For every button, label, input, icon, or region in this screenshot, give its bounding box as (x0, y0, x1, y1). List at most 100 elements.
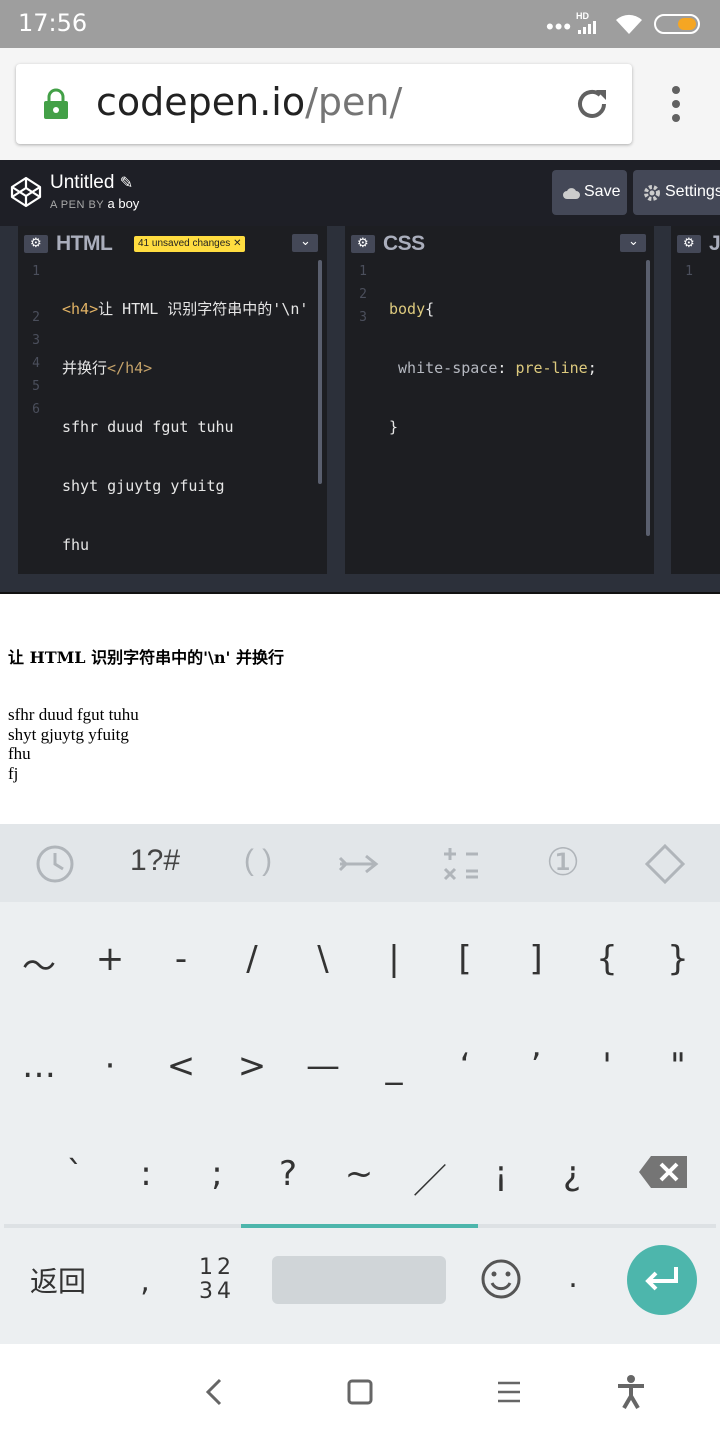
css-pane-header: ⚙ CSS ⌄ (345, 226, 654, 260)
address-bar[interactable]: codepen.io/pen/ (16, 64, 632, 144)
key[interactable]: { (572, 939, 642, 979)
css-settings-gear-icon[interactable]: ⚙ (351, 235, 375, 253)
key[interactable]: _ (359, 1046, 429, 1086)
key[interactable]: ? (253, 1154, 323, 1194)
key[interactable]: · (75, 1046, 145, 1086)
settings-button[interactable]: Settings (633, 170, 720, 215)
author-link[interactable]: a boy (108, 196, 140, 211)
space-key[interactable] (272, 1256, 446, 1304)
parens-category-tab[interactable]: ( ) (228, 844, 288, 888)
key[interactable]: } (643, 939, 713, 979)
line-number: 2 (359, 287, 367, 302)
system-navigation-bar (0, 1344, 720, 1440)
key[interactable]: ¡ (466, 1154, 536, 1194)
code-line: sfhr duud fgut tuhu (62, 418, 234, 436)
status-bar: 17:56 ••• HD (0, 0, 720, 48)
key[interactable]: : (111, 1154, 181, 1194)
key[interactable]: < (146, 1046, 216, 1086)
pen-title[interactable]: Untitled ✎ (50, 172, 133, 194)
edit-pencil-icon[interactable]: ✎ (120, 175, 133, 192)
css-property: white-space (398, 359, 498, 377)
circled-numbers-tab[interactable]: ① (533, 840, 593, 884)
code-line: shyt gjuytg yfuitg (62, 477, 225, 495)
css-editor-pane: ⚙ CSS ⌄ 1 2 3 body{ white-space: pre-lin… (345, 226, 654, 574)
key[interactable]: [ (430, 939, 500, 979)
key[interactable]: - (146, 939, 216, 979)
html-pane-dropdown-chevron-icon[interactable]: ⌄ (292, 233, 318, 252)
css-line-numbers: 1 2 3 (345, 260, 373, 329)
period-key[interactable]: . (538, 1260, 608, 1295)
overflow-menu-icon[interactable] (668, 86, 684, 122)
line-number: 1 (685, 264, 693, 279)
status-time: 17:56 (18, 9, 88, 37)
url-text[interactable]: codepen.io/pen/ (96, 80, 402, 124)
key[interactable]: > (217, 1046, 287, 1086)
enter-key[interactable] (627, 1245, 697, 1315)
arrow-icon[interactable] (338, 850, 380, 878)
diamond-icon[interactable] (645, 844, 685, 884)
back-key[interactable]: 返回 (16, 1260, 100, 1300)
back-icon[interactable] (202, 1376, 226, 1408)
save-button[interactable]: Save (552, 170, 627, 215)
css-code[interactable]: body{ white-space: pre-line; } (389, 262, 597, 475)
code-line: body{ (389, 298, 597, 321)
h4-text: 让 HTML 识别字符串中的'\n' (98, 300, 309, 318)
key[interactable]: ‘ (430, 1046, 500, 1086)
key[interactable]: | (359, 939, 429, 979)
page-indicator-active (241, 1224, 478, 1228)
math-icon[interactable] (440, 844, 482, 884)
key[interactable]: ; (182, 1154, 252, 1194)
backspace-icon[interactable] (637, 1154, 689, 1190)
comma-key[interactable]: , (110, 1264, 180, 1299)
recents-menu-icon[interactable] (496, 1380, 522, 1404)
emoji-icon[interactable] (480, 1258, 522, 1300)
url-host: codepen.io (96, 80, 306, 124)
badge-close-icon[interactable]: ✕ (233, 238, 241, 249)
css-scrollbar[interactable] (646, 260, 650, 536)
numbers-key-bottom: 34 (199, 1279, 235, 1304)
key[interactable]: ' (572, 1046, 642, 1086)
enter-icon (645, 1267, 678, 1291)
key[interactable]: ] (501, 939, 571, 979)
recent-icon[interactable] (35, 844, 75, 884)
key[interactable]: 〜 (4, 939, 74, 988)
code-line: <h4>让 HTML 识别字符串中的'\n' (62, 298, 308, 321)
codepen-header: Untitled ✎ A PEN BY a boy Save Settings (0, 160, 720, 226)
browser-toolbar: codepen.io/pen/ (0, 48, 720, 160)
key[interactable]: — (288, 1046, 358, 1086)
key[interactable]: ` (40, 1154, 110, 1194)
key[interactable]: ’ (501, 1046, 571, 1086)
codepen-logo-icon[interactable] (10, 176, 42, 208)
key[interactable]: ／ (395, 1154, 465, 1203)
js-pane-header: ⚙ JS (671, 226, 720, 260)
html-line-numbers: 1 2 3 4 5 6 (18, 260, 46, 421)
js-settings-gear-icon[interactable]: ⚙ (677, 235, 701, 253)
byline-prefix: A PEN BY (50, 199, 104, 211)
key[interactable]: \ (288, 939, 358, 979)
key[interactable]: ¿ (537, 1154, 607, 1194)
line-number: 3 (359, 310, 367, 325)
html-pane-title: HTML (56, 232, 113, 255)
result-preview: 让 HTML 识别字符串中的'\n' 并换行 sfhr duud fgut tu… (0, 592, 720, 824)
reload-icon[interactable] (572, 84, 612, 124)
key[interactable]: / (217, 939, 287, 979)
preview-heading: 让 HTML 识别字符串中的'\n' 并换行 (8, 648, 284, 667)
symbols-category-tab[interactable]: 1?# (125, 844, 185, 888)
key[interactable]: ~ (324, 1154, 394, 1194)
unsaved-changes-badge[interactable]: 41 unsaved changes ✕ (134, 236, 246, 252)
notification-dots: ••• (546, 14, 573, 39)
line-number: 6 (32, 402, 40, 417)
js-pane-title: JS (709, 232, 720, 255)
html-scrollbar[interactable] (318, 260, 322, 484)
key[interactable]: + (75, 939, 145, 979)
css-pane-dropdown-chevron-icon[interactable]: ⌄ (620, 233, 646, 252)
key[interactable]: " (643, 1046, 713, 1086)
numbers-key[interactable]: 12 34 (182, 1256, 252, 1304)
line-number: 2 (32, 310, 40, 325)
accessibility-icon[interactable] (616, 1374, 646, 1410)
key[interactable]: … (4, 1046, 74, 1086)
css-value: pre-line (515, 359, 588, 377)
html-settings-gear-icon[interactable]: ⚙ (24, 235, 48, 253)
css-pane-title: CSS (383, 232, 425, 255)
home-icon[interactable] (346, 1378, 374, 1406)
